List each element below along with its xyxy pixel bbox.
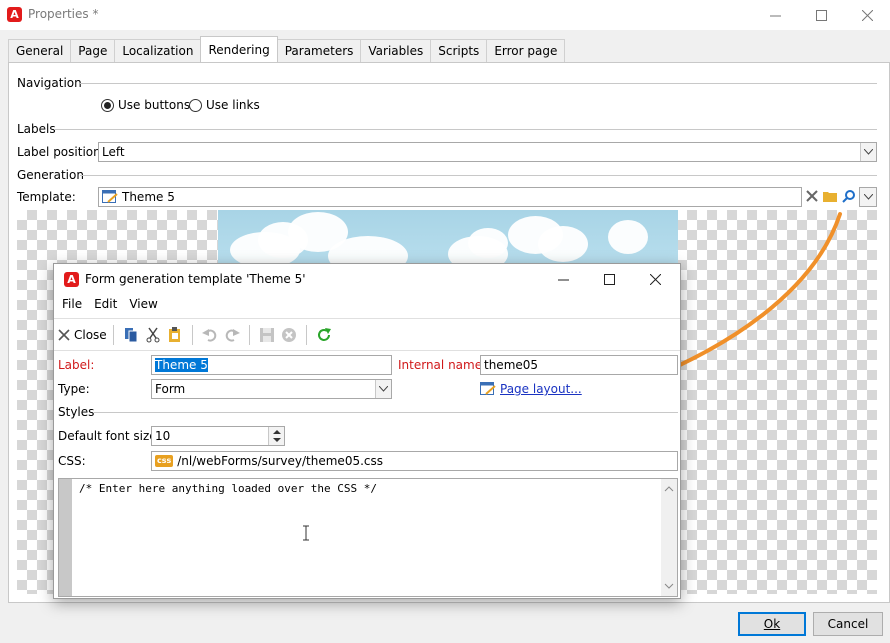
- menu-edit[interactable]: Edit: [94, 297, 117, 311]
- close-icon: [58, 329, 70, 341]
- stepper-arrows[interactable]: [268, 427, 284, 445]
- copy-icon[interactable]: [120, 324, 142, 346]
- radio-checked-icon: [101, 98, 114, 112]
- css-label: CSS:: [58, 454, 86, 468]
- tab-scripts[interactable]: Scripts: [430, 39, 488, 62]
- font-size-value: 10: [155, 429, 171, 443]
- dialog-title: Form generation template 'Theme 5': [85, 272, 306, 286]
- dialog-menu-bar: File Edit View: [62, 297, 170, 311]
- adobe-logo-icon: A: [7, 7, 22, 22]
- css-field[interactable]: css /nl/webForms/survey/theme05.css: [151, 451, 678, 471]
- tab-rendering[interactable]: Rendering: [200, 36, 278, 62]
- template-document-icon: [102, 190, 118, 204]
- menu-view[interactable]: View: [129, 297, 157, 311]
- radio-use-links[interactable]: Use links: [189, 98, 260, 112]
- editor-scrollbar[interactable]: [661, 479, 677, 596]
- template-dialog: A Form generation template 'Theme 5' Fil…: [53, 263, 681, 599]
- cancel-button[interactable]: Cancel: [813, 612, 883, 636]
- internal-name-input[interactable]: theme05: [480, 355, 678, 375]
- cut-icon[interactable]: [142, 324, 164, 346]
- label-input[interactable]: Theme 5: [151, 355, 392, 375]
- cancel-button-label: Cancel: [827, 617, 869, 631]
- tab-general[interactable]: General: [8, 39, 72, 62]
- tab-strip: General Page Localization Rendering Para…: [8, 36, 566, 63]
- close-icon: [861, 9, 873, 21]
- generation-section-title: Generation: [17, 168, 84, 182]
- page-layout-link[interactable]: Page layout...: [500, 382, 582, 396]
- text-cursor-icon: [302, 525, 310, 544]
- tab-page[interactable]: Page: [70, 39, 116, 62]
- label-position-select[interactable]: Left: [98, 142, 877, 162]
- type-value: Form: [155, 382, 186, 396]
- css-value: /nl/webForms/survey/theme05.css: [177, 454, 383, 468]
- default-font-size-label: Default font size:: [58, 429, 161, 443]
- toolbar-close-button[interactable]: Close: [58, 328, 107, 342]
- title-bar: A Properties *: [0, 0, 890, 30]
- undo-icon[interactable]: [199, 324, 221, 346]
- minimize-icon: [557, 279, 569, 280]
- close-icon: [649, 273, 661, 285]
- toolbar-close-label: Close: [74, 328, 107, 342]
- internal-name-value: theme05: [484, 358, 539, 372]
- label-position-value: Left: [102, 145, 125, 159]
- radio-use-links-label: Use links: [206, 98, 260, 112]
- menu-file[interactable]: File: [62, 297, 82, 311]
- maximize-button[interactable]: [798, 0, 844, 30]
- type-select[interactable]: Form: [151, 379, 392, 399]
- dialog-toolbar: Close: [58, 322, 335, 348]
- navigation-section-title: Navigation: [17, 76, 82, 90]
- minimize-button[interactable]: [752, 0, 798, 30]
- labels-divider: [54, 129, 877, 130]
- tab-error-page[interactable]: Error page: [486, 39, 566, 62]
- generation-divider: [80, 175, 877, 176]
- editor-text: /* Enter here anything loaded over the C…: [79, 482, 378, 495]
- navigation-divider: [80, 83, 877, 84]
- save-icon[interactable]: [256, 324, 278, 346]
- maximize-icon: [603, 273, 615, 285]
- tab-parameters[interactable]: Parameters: [276, 39, 362, 62]
- radio-use-buttons-label: Use buttons: [118, 98, 191, 112]
- dialog-adobe-logo-icon: A: [64, 272, 79, 287]
- close-button[interactable]: [844, 0, 890, 30]
- label-position-label: Label position:: [17, 145, 105, 159]
- minimize-icon: [769, 15, 781, 16]
- refresh-icon[interactable]: [313, 324, 335, 346]
- css-file-icon: css: [155, 455, 174, 467]
- css-editor[interactable]: /* Enter here anything loaded over the C…: [58, 478, 678, 597]
- chevron-down-icon[interactable]: [375, 380, 391, 398]
- cancel-icon[interactable]: [278, 324, 300, 346]
- redo-icon[interactable]: [221, 324, 243, 346]
- paste-icon[interactable]: [164, 324, 186, 346]
- ok-button-label: Ok: [763, 617, 781, 631]
- window-title: Properties *: [28, 7, 99, 21]
- tab-localization[interactable]: Localization: [114, 39, 202, 62]
- radio-unchecked-icon: [189, 98, 202, 112]
- page-layout-link-container[interactable]: Page layout...: [480, 382, 582, 396]
- styles-divider: [94, 412, 678, 413]
- ok-button[interactable]: Ok: [738, 612, 806, 636]
- radio-use-buttons[interactable]: Use buttons: [101, 98, 190, 112]
- dialog-maximize-button[interactable]: [586, 264, 632, 294]
- dialog-close-button[interactable]: [632, 264, 678, 294]
- font-size-stepper[interactable]: 10: [151, 426, 285, 446]
- labels-section-title: Labels: [17, 122, 56, 136]
- editor-gutter: [59, 479, 72, 596]
- template-value: Theme 5: [122, 190, 175, 204]
- internal-name-label: Internal name:: [398, 358, 487, 372]
- template-label: Template:: [17, 190, 76, 204]
- page-layout-icon: [480, 382, 496, 396]
- type-label: Type:: [58, 382, 90, 396]
- label-input-value: Theme 5: [155, 358, 208, 372]
- styles-section-title: Styles: [58, 405, 95, 419]
- dialog-minimize-button[interactable]: [540, 264, 586, 294]
- chevron-down-icon[interactable]: [860, 143, 876, 161]
- tab-variables[interactable]: Variables: [360, 39, 432, 62]
- maximize-icon: [815, 9, 827, 21]
- label-field-label: Label:: [58, 358, 95, 372]
